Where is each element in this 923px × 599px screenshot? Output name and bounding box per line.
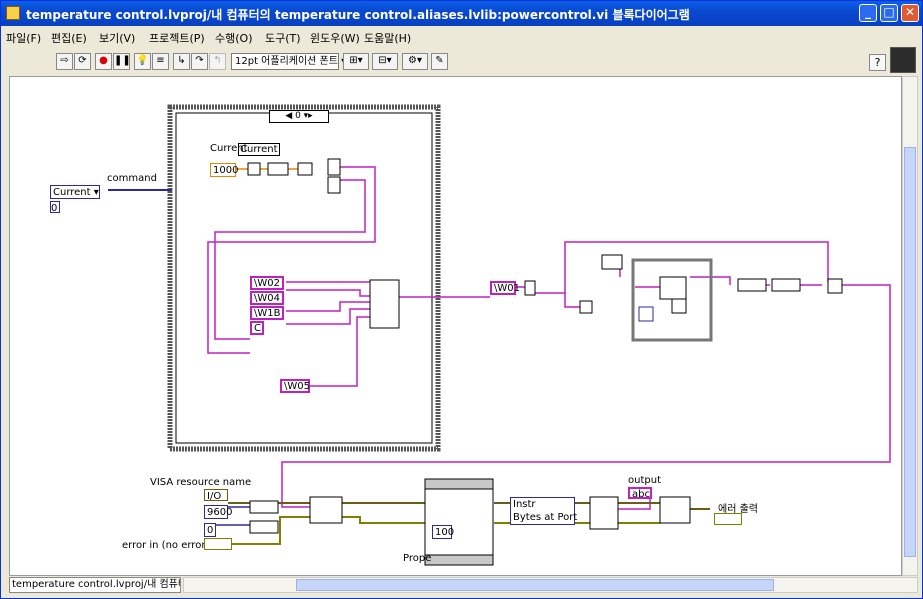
case-selector-value: ◀ 0 xyxy=(285,111,301,121)
property-node-class: Instr xyxy=(513,499,536,510)
menu-operate[interactable]: 수행(O) xyxy=(215,30,252,46)
case-selector[interactable]: ◀ 0 ▾▸ xyxy=(269,110,329,123)
current-enum-const[interactable]: Current xyxy=(238,143,280,156)
window-title: temperature control.lvproj/내 컴퓨터의 temper… xyxy=(26,8,690,22)
horizontal-scrollbar[interactable] xyxy=(183,577,918,593)
command-label: command xyxy=(107,173,157,184)
property-label: Prope xyxy=(403,553,432,564)
string-w02[interactable]: \W02 xyxy=(250,276,284,290)
title-bar[interactable]: temperature control.lvproj/내 컴퓨터의 temper… xyxy=(1,1,922,26)
align-objects-icon[interactable]: ⊞▾ xyxy=(343,53,369,70)
font-select[interactable]: 12pt 어플리케이션 폰트 ▾ xyxy=(231,53,346,70)
error-out-indicator[interactable] xyxy=(714,513,742,525)
string-w01[interactable]: \W01 xyxy=(490,281,520,295)
output-label: output xyxy=(628,475,661,486)
reorder-icon[interactable]: ⚙▾ xyxy=(402,53,428,70)
close-button[interactable]: ✕ xyxy=(901,4,919,22)
vi-icon[interactable] xyxy=(890,47,916,73)
project-path: temperature control.lvproj/내 컴퓨터 xyxy=(9,577,181,593)
block-diagram[interactable]: ◀ 0 ▾▸ Current ▾ 0 command Current Curre… xyxy=(9,76,902,576)
maximize-button[interactable]: □ xyxy=(880,4,898,22)
command-num-constant[interactable]: 0 xyxy=(50,201,60,214)
menu-view[interactable]: 보기(V) xyxy=(99,30,135,46)
const-1000[interactable]: 1000 xyxy=(210,163,238,177)
run-arrow-icon[interactable]: ⇨ xyxy=(56,53,73,70)
menu-tools[interactable]: 도구(T) xyxy=(265,30,301,46)
command-enum-value: Current xyxy=(53,187,91,198)
const-9600[interactable]: 9600 xyxy=(204,505,232,519)
menu-window[interactable]: 윈도우(W) xyxy=(310,30,360,46)
vertical-scroll-thumb[interactable] xyxy=(904,147,916,557)
error-in-control[interactable] xyxy=(204,538,232,550)
labview-window: temperature control.lvproj/내 컴퓨터의 temper… xyxy=(0,0,923,599)
menu-edit[interactable]: 편집(E) xyxy=(51,30,87,46)
property-node-bytes-at-port: Bytes at Port xyxy=(513,512,578,523)
property-node-instr[interactable]: Instr Bytes at Port xyxy=(510,497,578,525)
string-w05[interactable]: \W05 xyxy=(280,379,310,393)
context-help-button[interactable]: ? xyxy=(869,54,886,71)
retain-wire-values-icon[interactable]: ≡ xyxy=(152,53,169,70)
vertical-scrollbar[interactable] xyxy=(902,76,918,576)
string-w04[interactable]: \W04 xyxy=(250,291,284,305)
command-enum-control[interactable]: Current ▾ xyxy=(50,185,100,199)
step-over-icon[interactable]: ↷ xyxy=(191,53,208,70)
const-0[interactable]: 0 xyxy=(204,523,216,537)
run-continuously-icon[interactable]: ⟳ xyxy=(74,53,91,70)
output-indicator[interactable]: abc xyxy=(628,487,652,500)
menu-project[interactable]: 프로젝트(P) xyxy=(149,30,205,46)
string-c[interactable]: C xyxy=(250,321,264,335)
minimize-button[interactable]: _ xyxy=(859,4,877,22)
wiring-layer xyxy=(108,104,891,566)
menu-file[interactable]: 파일(F) xyxy=(6,30,41,46)
menu-help[interactable]: 도움말(H) xyxy=(364,30,411,46)
menu-bar: 파일(F) 편집(E) 보기(V) 프로젝트(P) 수행(O) 도구(T) 윈도… xyxy=(1,26,922,46)
font-select-value: 12pt 어플리케이션 폰트 xyxy=(235,56,338,67)
const-100[interactable]: 100 xyxy=(432,525,454,539)
sequence-frame xyxy=(424,478,494,566)
highlight-execution-icon[interactable]: 💡 xyxy=(134,53,151,70)
distribute-objects-icon[interactable]: ⊟▾ xyxy=(372,53,398,70)
pause-icon[interactable]: ❚❚ xyxy=(113,53,131,70)
case-structure-frame xyxy=(167,104,441,452)
step-into-icon[interactable]: ↳ xyxy=(173,53,190,70)
visa-resource-control[interactable]: I/O xyxy=(204,489,228,502)
labview-app-icon xyxy=(6,6,20,20)
error-in-label: error in (no error) xyxy=(122,540,210,551)
visa-resource-label: VISA resource name xyxy=(150,477,252,488)
cleanup-diagram-icon[interactable]: ✎ xyxy=(431,53,448,70)
status-row: temperature control.lvproj/내 컴퓨터 xyxy=(9,577,918,593)
step-out-icon: ↰ xyxy=(209,53,226,70)
horizontal-scroll-thumb[interactable] xyxy=(296,579,774,591)
string-w1b[interactable]: \W1B xyxy=(250,306,284,320)
toolbar: ⇨ ⟳ ● ❚❚ 💡 ≡ ↳ ↷ ↰ 12pt 어플리케이션 폰트 ▾ ⊞▾ ⊟… xyxy=(1,46,922,74)
abort-icon[interactable]: ● xyxy=(95,53,112,70)
